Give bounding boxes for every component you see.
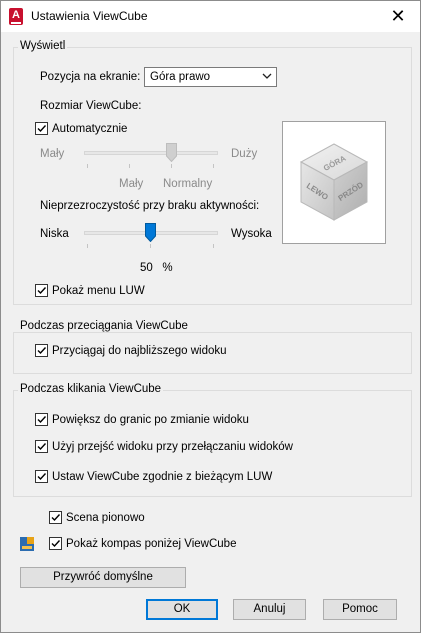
opacity-min-label: Niska: [40, 228, 69, 240]
show-compass-checkbox[interactable]: [49, 537, 62, 550]
viewcube-image: GÓRA LEWO PRZÓD: [299, 143, 369, 221]
compass-icon: [20, 537, 34, 551]
position-select-value: Góra prawo: [150, 71, 211, 83]
checkmark-icon: [37, 416, 47, 424]
opacity-slider-thumb[interactable]: [144, 223, 156, 242]
auto-size-checkbox[interactable]: [35, 122, 48, 135]
chevron-down-icon: [262, 73, 272, 79]
show-ucs-menu-checkbox[interactable]: [35, 284, 48, 297]
size-slider-tick: [87, 164, 88, 168]
show-ucs-menu-label: Pokaż menu LUW: [52, 285, 145, 297]
window-title: Ustawienia ViewCube: [31, 9, 148, 23]
size-label: Rozmiar ViewCube:: [40, 100, 142, 112]
checkmark-icon: [37, 125, 47, 133]
checkmark-icon: [51, 514, 61, 522]
close-button[interactable]: ✕: [376, 1, 420, 32]
scene-upright-checkbox[interactable]: [49, 511, 62, 524]
checkmark-icon: [37, 347, 47, 355]
checkmark-icon: [37, 287, 47, 295]
snap-label: Przyciągaj do najbliższego widoku: [52, 345, 227, 357]
checkmark-icon: [51, 540, 61, 548]
size-slider-track[interactable]: [84, 151, 218, 155]
help-button[interactable]: Pomoc: [323, 599, 397, 620]
position-label: Pozycja na ekranie:: [40, 71, 141, 83]
size-min-label: Mały: [40, 148, 65, 160]
size-slider-tick: [171, 164, 172, 168]
size-slider-tick: [213, 164, 214, 168]
opacity-max-label: Wysoka: [231, 228, 272, 240]
opacity-value: 50 %: [140, 262, 173, 274]
show-compass-label: Pokaż kompas poniżej ViewCube: [66, 538, 237, 550]
scene-upright-label: Scena pionowo: [66, 512, 145, 524]
size-current-label: Mały: [119, 178, 144, 190]
size-slider-thumb[interactable]: [165, 143, 177, 162]
ok-button[interactable]: OK: [146, 599, 218, 620]
orient-to-ucs-label: Ustaw ViewCube zgodnie z bieżącym LUW: [52, 471, 273, 483]
size-slider-tick: [129, 164, 130, 168]
dragging-group-legend: Podczas przeciągania ViewCube: [18, 320, 190, 332]
zoom-extents-checkbox[interactable]: [35, 413, 48, 426]
opacity-value-number: 50: [140, 262, 153, 274]
cancel-button[interactable]: Anuluj: [233, 599, 306, 620]
zoom-extents-label: Powiększ do granic po zmianie widoku: [52, 414, 249, 426]
position-select[interactable]: Góra prawo: [144, 67, 277, 87]
display-group-legend: Wyświetl: [18, 40, 68, 52]
size-current2-label: Normalny: [163, 178, 213, 190]
restore-defaults-button[interactable]: Przywróć domyślne: [20, 567, 186, 588]
opacity-slider-tick: [213, 244, 214, 248]
clicking-group-legend: Podczas klikania ViewCube: [18, 383, 164, 395]
view-transition-label: Użyj przejść widoku przy przełączaniu wi…: [52, 441, 293, 453]
opacity-label: Nieprzezroczystość przy braku aktywności…: [40, 200, 260, 212]
auto-size-label: Automatycznie: [52, 123, 128, 135]
viewcube-preview: GÓRA LEWO PRZÓD: [282, 121, 386, 244]
opacity-slider-tick: [150, 244, 151, 248]
checkmark-icon: [37, 473, 47, 481]
checkmark-icon: [37, 443, 47, 451]
dialog-window: A Ustawienia ViewCube ✕ Wyświetl Pozycja…: [0, 0, 421, 633]
opacity-unit: %: [162, 262, 173, 274]
autocad-app-icon: A: [9, 8, 23, 25]
opacity-slider-tick: [87, 244, 88, 248]
title-bar[interactable]: A Ustawienia ViewCube ✕: [1, 1, 420, 32]
size-max-label: Duży: [231, 148, 258, 160]
orient-to-ucs-checkbox[interactable]: [35, 470, 48, 483]
snap-checkbox[interactable]: [35, 344, 48, 357]
view-transition-checkbox[interactable]: [35, 440, 48, 453]
